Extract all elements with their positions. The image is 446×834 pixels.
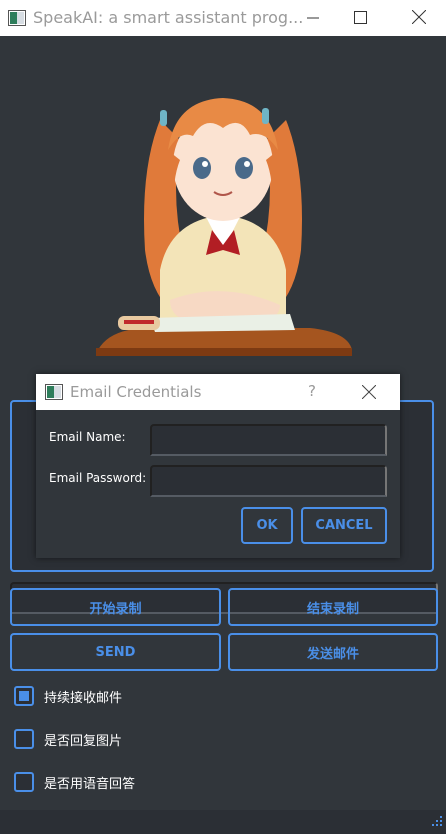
email-password-field[interactable] [150,465,387,497]
help-icon[interactable]: ? [308,382,316,400]
maximize-icon [353,9,367,28]
checkbox-reply-image[interactable]: 是否回复图片 [14,729,122,749]
checkbox-label: 是否用语音回答 [44,776,136,792]
send-button[interactable]: SEND [10,633,221,671]
email-name-label: Email Name: [49,430,126,444]
checkbox-box[interactable] [14,729,34,749]
dialog-titlebar: Email Credentials ? [36,374,400,410]
checkbox-box[interactable] [14,772,34,792]
checkbox-box[interactable] [14,686,34,706]
minimize-icon [307,9,319,28]
close-icon [411,9,427,28]
dialog-title: Email Credentials [70,383,202,401]
resize-grip-icon[interactable] [430,813,444,832]
window-title: SpeakAI: a smart assistant prog... [33,8,304,27]
status-bar [0,810,446,834]
cancel-button[interactable]: CANCEL [301,507,387,544]
checkbox-label: 是否回复图片 [44,733,123,749]
maximize-button[interactable] [337,0,383,36]
checkbox-check-mark [19,691,29,701]
minimize-button[interactable] [290,0,336,36]
send-email-button[interactable]: 发送邮件 [228,633,438,671]
dialog-app-icon [45,384,63,404]
stop-record-button[interactable]: 结束录制 [228,588,438,626]
checkbox-voice-answer[interactable]: 是否用语音回答 [14,772,135,792]
email-name-field[interactable] [150,424,387,456]
ok-button[interactable]: OK [241,507,293,544]
start-record-button[interactable]: 开始录制 [10,588,221,626]
dialog-close-icon[interactable] [361,384,377,403]
checkbox-continuous-receive-email[interactable]: 持续接收邮件 [14,686,122,706]
checkbox-label: 持续接收邮件 [44,690,123,706]
window-titlebar: SpeakAI: a smart assistant prog... [0,0,446,36]
close-button[interactable] [396,0,442,36]
anime-girl-avatar [96,98,352,356]
email-password-label: Email Password: [49,471,147,485]
window-app-icon [8,10,26,30]
email-credentials-dialog: Email Credentials ? Email Name: Email Pa… [36,374,400,558]
